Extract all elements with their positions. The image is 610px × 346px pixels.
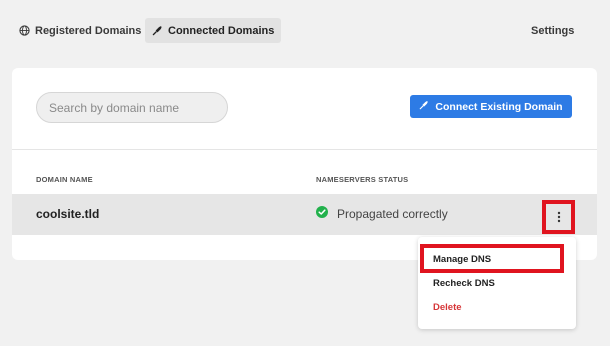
- tab-settings-label: Settings: [531, 24, 575, 37]
- tab-registered-label: Registered Domains: [35, 24, 142, 37]
- plug-icon: [419, 100, 429, 113]
- status-text: Propagated correctly: [337, 206, 448, 221]
- menu-item-delete[interactable]: Delete: [433, 302, 462, 313]
- connect-existing-domain-button[interactable]: Connect Existing Domain: [410, 95, 572, 118]
- column-header-domain-name: DOMAIN NAME: [36, 175, 93, 184]
- check-circle-icon: [316, 206, 328, 221]
- divider: [12, 149, 597, 150]
- more-vertical-icon: [557, 211, 561, 223]
- tab-registered-domains[interactable]: Registered Domains: [12, 18, 148, 43]
- row-actions-button[interactable]: [542, 200, 575, 234]
- domains-card: Connect Existing Domain DOMAIN NAME NAME…: [12, 68, 597, 260]
- top-navigation: Registered Domains Connected Domains Set…: [0, 0, 610, 60]
- tab-settings[interactable]: Settings: [524, 18, 581, 43]
- row-actions-menu: Manage DNS Recheck DNS Delete: [418, 237, 576, 329]
- search-input[interactable]: [36, 92, 228, 123]
- menu-item-recheck-dns[interactable]: Recheck DNS: [433, 278, 495, 289]
- column-header-nameservers-status: NAMESERVERS STATUS: [316, 175, 409, 184]
- globe-icon: [19, 25, 30, 36]
- plug-icon: [152, 25, 163, 36]
- menu-item-manage-dns[interactable]: Manage DNS: [433, 254, 491, 265]
- tab-connected-label: Connected Domains: [168, 24, 275, 37]
- nameservers-status-cell: Propagated correctly: [316, 206, 448, 221]
- table-row[interactable]: coolsite.tld Propagated correctly: [12, 194, 597, 235]
- tab-connected-domains[interactable]: Connected Domains: [145, 18, 282, 43]
- connect-button-label: Connect Existing Domain: [435, 100, 563, 113]
- domain-name-cell: coolsite.tld: [36, 207, 100, 221]
